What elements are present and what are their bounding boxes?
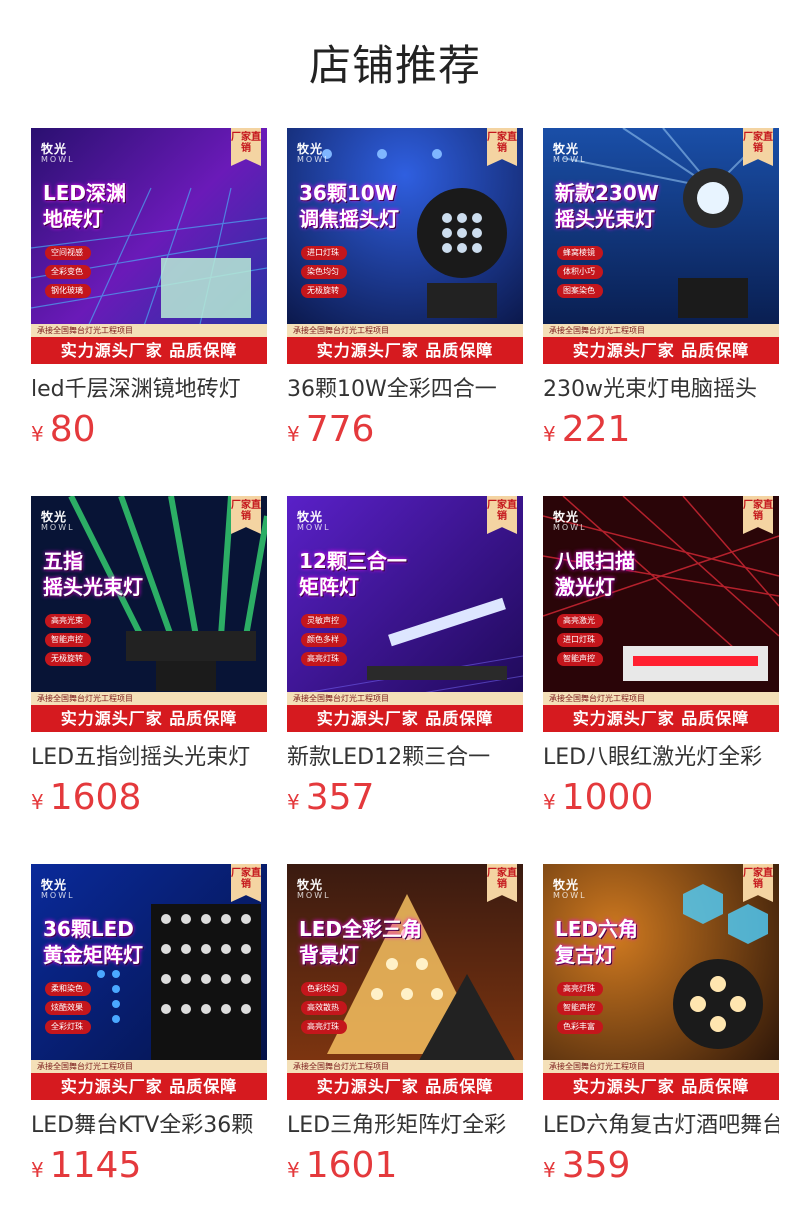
- brand-logo: 牧光 MOWL: [41, 510, 75, 532]
- product-price: ¥80: [31, 409, 96, 450]
- product-card[interactable]: 牧光 MOWL 厂家直销 LED六角 复古灯 高亮灯珠 智能声控 色彩丰富 承接全国舞…: [543, 864, 779, 1192]
- product-price: ¥359: [543, 1145, 631, 1186]
- feature-tags: 高亮灯珠 智能声控 色彩丰富: [557, 982, 603, 1039]
- project-strip: 承接全国舞台灯光工程项目: [543, 1060, 779, 1073]
- page-title: 店铺推荐: [308, 41, 481, 90]
- product-name[interactable]: 230w光束灯电脑摇头: [543, 374, 779, 406]
- guarantee-banner: 实力源头厂家 品质保障: [287, 337, 523, 364]
- feature-tags: 进口灯珠 染色均匀 无极旋转: [301, 246, 347, 303]
- product-price: ¥1145: [31, 1145, 142, 1186]
- product-name[interactable]: LED五指剑摇头光束灯: [31, 742, 267, 774]
- guarantee-banner: 实力源头厂家 品质保障: [287, 705, 523, 732]
- product-card[interactable]: 牧光 MOWL 厂家直销 五指 摇头光束灯 高亮光束 智能声控 无极旋转 承接全国舞台…: [31, 496, 267, 824]
- product-name[interactable]: LED六角复古灯酒吧舞台: [543, 1110, 779, 1142]
- image-headline: LED深渊 地砖灯: [43, 181, 127, 231]
- feature-tags: 柔和染色 炫酷效果 全彩灯珠: [45, 982, 91, 1039]
- project-strip: 承接全国舞台灯光工程项目: [31, 1060, 267, 1073]
- product-price: ¥221: [543, 409, 631, 450]
- project-strip: 承接全国舞台灯光工程项目: [287, 1060, 523, 1073]
- product-price: ¥357: [287, 777, 375, 818]
- product-price: ¥1000: [543, 777, 654, 818]
- product-price: ¥1608: [31, 777, 142, 818]
- guarantee-banner: 实力源头厂家 品质保障: [287, 1073, 523, 1100]
- brand-logo: 牧光 MOWL: [553, 142, 587, 164]
- project-strip: 承接全国舞台灯光工程项目: [287, 692, 523, 705]
- product-image[interactable]: 牧光 MOWL 厂家直销 36颗LED 黄金矩阵灯 柔和染色 炫酷效果 全彩灯珠 承接…: [31, 864, 267, 1100]
- product-price: ¥1601: [287, 1145, 398, 1186]
- guarantee-banner: 实力源头厂家 品质保障: [543, 705, 779, 732]
- product-card[interactable]: 牧光 MOWL 厂家直销 新款230W 摇头光束灯 蜂窝棱镜 体积小巧 图案染色 承接…: [543, 128, 779, 456]
- product-image[interactable]: 牧光 MOWL 厂家直销 八眼扫描 激光灯 高亮激光 进口灯珠 智能声控 承接全国舞台…: [543, 496, 779, 732]
- product-image[interactable]: 牧光 MOWL 厂家直销 LED六角 复古灯 高亮灯珠 智能声控 色彩丰富 承接全国舞…: [543, 864, 779, 1100]
- brand-logo: 牧光 MOWL: [41, 142, 75, 164]
- feature-tags: 高亮光束 智能声控 无极旋转: [45, 614, 91, 671]
- image-headline: 八眼扫描 激光灯: [555, 549, 635, 599]
- feature-tags: 高亮激光 进口灯珠 智能声控: [557, 614, 603, 671]
- product-image[interactable]: 牧光 MOWL 厂家直销 五指 摇头光束灯 高亮光束 智能声控 无极旋转 承接全国舞台…: [31, 496, 267, 732]
- product-image[interactable]: 牧光 MOWL 厂家直销 36颗10W 调焦摇头灯 进口灯珠 染色均匀 无极旋转 承接…: [287, 128, 523, 364]
- image-headline: LED六角 复古灯: [555, 917, 639, 967]
- feature-tags: 空间视感 全彩变色 钢化玻璃: [45, 246, 91, 303]
- image-headline: 新款230W 摇头光束灯: [555, 181, 659, 231]
- product-name[interactable]: LED舞台KTV全彩36颗: [31, 1110, 267, 1142]
- product-name[interactable]: LED八眼红激光灯全彩: [543, 742, 779, 774]
- guarantee-banner: 实力源头厂家 品质保障: [31, 337, 267, 364]
- product-name[interactable]: led千层深渊镜地砖灯: [31, 374, 267, 406]
- brand-logo: 牧光 MOWL: [553, 878, 587, 900]
- image-headline: 36颗LED 黄金矩阵灯: [43, 917, 143, 967]
- product-card[interactable]: 牧光 MOWL 厂家直销 36颗10W 调焦摇头灯 进口灯珠 染色均匀 无极旋转 承接…: [287, 128, 523, 456]
- product-image[interactable]: 牧光 MOWL 厂家直销 新款230W 摇头光束灯 蜂窝棱镜 体积小巧 图案染色 承接…: [543, 128, 779, 364]
- product-price: ¥776: [287, 409, 375, 450]
- product-card[interactable]: 牧光 MOWL 厂家直销 12颗三合一 矩阵灯 灵敏声控 颜色多样 高亮灯珠 承接全国…: [287, 496, 523, 824]
- guarantee-banner: 实力源头厂家 品质保障: [543, 1073, 779, 1100]
- guarantee-banner: 实力源头厂家 品质保障: [543, 337, 779, 364]
- project-strip: 承接全国舞台灯光工程项目: [543, 692, 779, 705]
- product-card[interactable]: 牧光 MOWL 厂家直销 LED全彩三角 背景灯 色彩均匀 高效散热 高亮灯珠 承接全…: [287, 864, 523, 1192]
- project-strip: 承接全国舞台灯光工程项目: [287, 324, 523, 337]
- project-strip: 承接全国舞台灯光工程项目: [31, 324, 267, 337]
- guarantee-banner: 实力源头厂家 品质保障: [31, 1073, 267, 1100]
- image-headline: 36颗10W 调焦摇头灯: [299, 181, 399, 231]
- project-strip: 承接全国舞台灯光工程项目: [543, 324, 779, 337]
- product-name[interactable]: 36颗10W全彩四合一: [287, 374, 523, 406]
- brand-logo: 牧光 MOWL: [41, 878, 75, 900]
- guarantee-banner: 实力源头厂家 品质保障: [31, 705, 267, 732]
- project-strip: 承接全国舞台灯光工程项目: [31, 692, 267, 705]
- product-image[interactable]: 牧光 MOWL 厂家直销 LED深渊 地砖灯 空间视感 全彩变色 钢化玻璃 承接全国舞…: [31, 128, 267, 364]
- product-image[interactable]: 牧光 MOWL 厂家直销 LED全彩三角 背景灯 色彩均匀 高效散热 高亮灯珠 承接全…: [287, 864, 523, 1100]
- product-name[interactable]: 新款LED12颗三合一: [287, 742, 523, 774]
- product-card[interactable]: 牧光 MOWL 厂家直销 八眼扫描 激光灯 高亮激光 进口灯珠 智能声控 承接全国舞台…: [543, 496, 779, 824]
- brand-logo: 牧光 MOWL: [297, 510, 331, 532]
- feature-tags: 色彩均匀 高效散热 高亮灯珠: [301, 982, 347, 1039]
- image-headline: 12颗三合一 矩阵灯: [299, 549, 407, 599]
- image-headline: LED全彩三角 背景灯: [299, 917, 423, 967]
- product-card[interactable]: 牧光 MOWL 厂家直销 36颗LED 黄金矩阵灯 柔和染色 炫酷效果 全彩灯珠 承接…: [31, 864, 267, 1192]
- product-name[interactable]: LED三角形矩阵灯全彩: [287, 1110, 523, 1142]
- image-headline: 五指 摇头光束灯: [43, 549, 143, 599]
- feature-tags: 蜂窝棱镜 体积小巧 图案染色: [557, 246, 603, 303]
- brand-logo: 牧光 MOWL: [297, 878, 331, 900]
- feature-tags: 灵敏声控 颜色多样 高亮灯珠: [301, 614, 347, 671]
- product-card[interactable]: 牧光 MOWL 厂家直销 LED深渊 地砖灯 空间视感 全彩变色 钢化玻璃 承接全国舞…: [31, 128, 267, 456]
- brand-logo: 牧光 MOWL: [553, 510, 587, 532]
- product-image[interactable]: 牧光 MOWL 厂家直销 12颗三合一 矩阵灯 灵敏声控 颜色多样 高亮灯珠 承接全国…: [287, 496, 523, 732]
- brand-logo: 牧光 MOWL: [297, 142, 331, 164]
